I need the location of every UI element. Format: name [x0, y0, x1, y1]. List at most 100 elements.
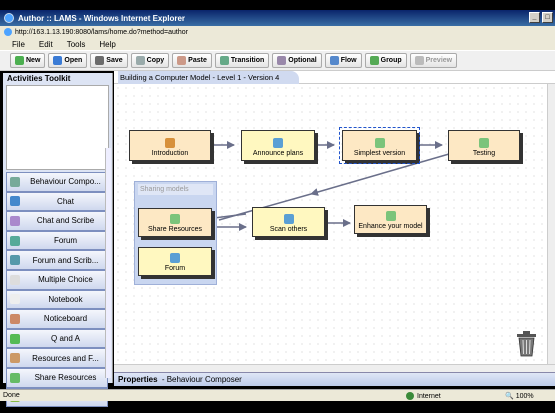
- window-title: Author :: LAMS - Windows Internet Explor…: [18, 13, 186, 23]
- toolbar-button-label: Open: [64, 57, 83, 64]
- copy-icon: [135, 56, 145, 65]
- toolbar-button-label: Flow: [340, 57, 357, 64]
- flow-icon: [329, 56, 339, 65]
- toolkit-item-label: Noticeboard: [43, 314, 88, 324]
- toolbar-button-label: Transition: [230, 57, 265, 64]
- toolbar-save-button[interactable]: Save: [90, 53, 128, 68]
- menu-file[interactable]: File: [12, 40, 25, 49]
- toolbar-group-button[interactable]: Group: [364, 53, 407, 68]
- menu-help[interactable]: Help: [99, 40, 115, 49]
- canvas-vertical-scrollbar[interactable]: [547, 84, 555, 364]
- toolbar-preview-button[interactable]: Preview: [409, 53, 458, 68]
- toolkit-item[interactable]: Q and A: [6, 328, 108, 349]
- ie-logo-icon: [4, 13, 14, 23]
- activity-introduction[interactable]: Introduction: [129, 130, 211, 161]
- group-icon: [369, 56, 379, 65]
- toolbar-new-button[interactable]: New: [10, 53, 46, 68]
- resources-icon: [10, 353, 20, 364]
- behaviour-icon: [479, 138, 489, 148]
- toolbar-open-button[interactable]: Open: [48, 53, 88, 68]
- share-resources-icon: [170, 214, 180, 224]
- status-text: Done: [3, 392, 20, 399]
- activity-label: Announce plans: [252, 150, 304, 157]
- address-url[interactable]: http://163.1.13.190:8080/lams/home.do?me…: [15, 29, 188, 36]
- toolkit-item[interactable]: Resources and F...: [6, 348, 108, 368]
- minimize-icon[interactable]: _: [529, 12, 540, 23]
- activity-enhance-model[interactable]: Enhance your model: [354, 205, 427, 234]
- toolkit-item[interactable]: Notebook: [6, 289, 108, 310]
- activity-testing[interactable]: Testing: [448, 130, 520, 161]
- toolkit-item-label: Q and A: [51, 334, 80, 344]
- activities-toolkit: Activities Toolkit Behaviour Compo... Cha…: [3, 73, 113, 408]
- toolkit-item[interactable]: Chat and Scribe: [6, 211, 108, 231]
- forum-icon: [273, 138, 283, 148]
- toolkit-item-label: Forum: [53, 236, 78, 246]
- toolkit-item-label: Notebook: [48, 294, 83, 304]
- toolkit-item[interactable]: Noticeboard: [6, 309, 108, 329]
- paste-icon: [177, 56, 187, 65]
- canvas-horizontal-scrollbar[interactable]: [114, 364, 555, 372]
- notebook-icon: [10, 294, 20, 305]
- activity-label: Testing: [472, 150, 496, 157]
- address-bar[interactable]: http://163.1.13.190:8080/lams/home.do?me…: [0, 26, 555, 38]
- maximize-icon[interactable]: □: [542, 12, 553, 23]
- group-title: Sharing models: [138, 184, 213, 195]
- menu-edit[interactable]: Edit: [39, 40, 53, 49]
- toolkit-item-label: Chat: [57, 196, 74, 206]
- behaviour-icon: [385, 211, 396, 221]
- toolbar-paste-button[interactable]: Paste: [172, 53, 212, 68]
- toolkit-scrollbar[interactable]: [105, 148, 111, 378]
- toolkit-item[interactable]: Forum: [6, 230, 108, 251]
- q-and-a-icon: [10, 333, 20, 344]
- preview-icon: [414, 56, 424, 65]
- activity-label: Introduction: [151, 150, 189, 157]
- chat-icon: [10, 196, 20, 207]
- menu-bar: File Edit Tools Help: [0, 38, 555, 51]
- properties-bar[interactable]: Properties - Behaviour Composer: [114, 372, 555, 386]
- toolkit-item-label: Chat and Scribe: [36, 216, 95, 226]
- toolkit-item[interactable]: Chat: [6, 191, 108, 212]
- toolkit-item[interactable]: Behaviour Compo...: [6, 172, 108, 192]
- chat-scribe-icon: [10, 215, 20, 226]
- new-icon: [15, 56, 24, 65]
- canvas-header: Building a Computer Model - Level 1 - Ve…: [114, 71, 555, 84]
- toolbar-flow-button[interactable]: Flow: [324, 53, 362, 68]
- forum-icon: [283, 214, 294, 224]
- zoom-control[interactable]: 🔍 100%: [505, 390, 534, 402]
- toolkit-item-label: Resources and F...: [32, 353, 99, 363]
- noticeboard-icon: [10, 313, 20, 324]
- share-resources-icon: [10, 372, 20, 383]
- zoom-level: 100%: [515, 392, 534, 400]
- zoom-icon: 🔍: [505, 393, 514, 400]
- activity-share-resources[interactable]: Share Resources: [138, 208, 212, 237]
- toolbar-button-label: Copy: [146, 57, 165, 64]
- trash-bin-icon[interactable]: [513, 330, 540, 357]
- design-title-tab: Building a Computer Model - Level 1 - Ve…: [118, 71, 300, 84]
- forum-icon: [10, 235, 20, 246]
- window-title-bar: Author :: LAMS - Windows Internet Explor…: [0, 10, 555, 26]
- menu-tools[interactable]: Tools: [67, 40, 86, 49]
- activity-announce-plans[interactable]: Announce plans: [241, 130, 315, 161]
- toolbar-optional-button[interactable]: Optional: [272, 53, 322, 68]
- design-canvas[interactable]: Introduction Announce plans Simplest ver…: [114, 84, 547, 364]
- toolkit-item[interactable]: Share Resources: [6, 367, 108, 388]
- activity-label: Share Resources: [147, 226, 203, 233]
- lams-toolbar: New Open Save Copy Paste Transition Optional Fl…: [0, 51, 555, 71]
- activity-label: Scan others: [269, 226, 308, 233]
- window-controls: _ □: [529, 12, 553, 23]
- activity-simplest-version[interactable]: Simplest version: [339, 127, 420, 164]
- toolkit-item-label: Forum and Scrib...: [32, 255, 99, 265]
- activity-forum[interactable]: Forum: [138, 247, 212, 276]
- toolkit-item[interactable]: Forum and Scrib...: [6, 250, 108, 270]
- toolkit-title: Activities Toolkit: [7, 74, 71, 83]
- page-icon: [4, 28, 12, 36]
- toolbar-transition-button[interactable]: Transition: [214, 53, 270, 68]
- properties-label: Properties: [118, 375, 158, 384]
- optional-icon: [277, 56, 287, 65]
- toolbar-button-label: Optional: [288, 57, 317, 64]
- toolbar-copy-button[interactable]: Copy: [130, 53, 170, 68]
- activity-label: Forum: [164, 265, 186, 272]
- activity-label: Enhance your model: [358, 223, 423, 230]
- toolkit-item[interactable]: Multiple Choice: [6, 269, 108, 290]
- activity-scan-others[interactable]: Scan others: [252, 207, 325, 237]
